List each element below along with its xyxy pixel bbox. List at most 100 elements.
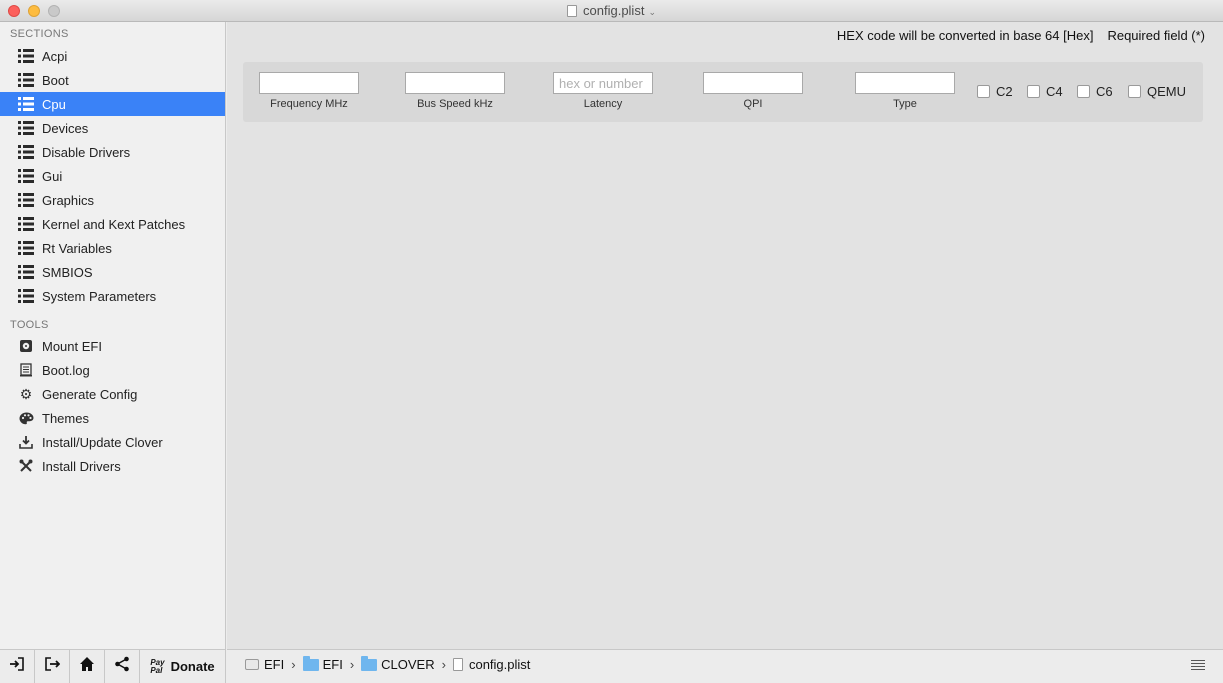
export-button[interactable] — [35, 650, 70, 683]
sidebar-item-graphics[interactable]: Graphics — [0, 188, 225, 212]
checkbox-box — [1077, 85, 1090, 98]
share-icon — [114, 656, 130, 677]
folder-icon — [361, 655, 378, 671]
sidebar-item-smbios[interactable]: SMBIOS — [0, 260, 225, 284]
latency-input[interactable] — [553, 72, 653, 94]
tool-boot-log[interactable]: Boot.log — [0, 358, 225, 382]
latency-field-group: Latency — [553, 72, 653, 110]
donate-label: Donate — [170, 659, 215, 674]
paypal-line-2: Pal — [150, 665, 163, 675]
crumb-folder-clover[interactable]: CLOVER — [361, 655, 435, 672]
list-icon — [18, 144, 34, 160]
frequency-mhz-input[interactable] — [259, 72, 359, 94]
crumb-label: config.plist — [468, 657, 531, 672]
import-button[interactable] — [0, 650, 35, 683]
window-title-text: config.plist — [583, 3, 645, 18]
crumb-label: EFI — [322, 657, 343, 672]
qpi-input[interactable] — [703, 72, 803, 94]
home-button[interactable] — [70, 650, 105, 683]
sidebar-item-label: SMBIOS — [42, 264, 93, 280]
tool-label: Mount EFI — [42, 338, 102, 354]
tool-label: Boot.log — [42, 362, 90, 378]
list-icon — [18, 264, 34, 280]
drive-icon — [245, 659, 259, 670]
crumb-file-config[interactable]: config.plist — [452, 657, 531, 672]
list-menu-icon[interactable] — [1191, 660, 1205, 670]
folder-icon — [302, 655, 319, 671]
sidebar-item-rt-variables[interactable]: Rt Variables — [0, 236, 225, 260]
tool-mount-efi[interactable]: Mount EFI — [0, 334, 225, 358]
sidebar-item-cpu[interactable]: Cpu — [0, 92, 225, 116]
tool-install-update-clover[interactable]: Install/Update Clover — [0, 430, 225, 454]
c6-checkbox[interactable]: C6 — [1077, 84, 1113, 99]
sidebar-item-label: Devices — [42, 120, 89, 136]
share-button[interactable] — [105, 650, 140, 683]
chevron-down-icon: ⌄ — [648, 7, 656, 17]
window-title[interactable]: config.plist ⌄ — [0, 3, 1223, 18]
disk-icon — [18, 338, 34, 354]
list-icon — [18, 216, 34, 232]
c4-checkbox[interactable]: C4 — [1027, 84, 1063, 99]
checkbox-box — [1027, 85, 1040, 98]
qemu-checkbox[interactable]: QEMU — [1128, 84, 1186, 99]
home-icon — [79, 656, 95, 677]
sections-header: SECTIONS — [10, 28, 69, 40]
crumb-label: EFI — [264, 657, 285, 672]
tool-label: Generate Config — [42, 386, 138, 402]
sidebar-item-label: Rt Variables — [42, 240, 112, 256]
path-bar: EFI › EFI › CLOVER › config.plist — [227, 649, 1223, 683]
gears-icon: ⚙ — [19, 386, 33, 402]
sidebar-item-label: Kernel and Kext Patches — [42, 216, 186, 232]
c6-label: C6 — [1096, 84, 1113, 99]
list-icon — [18, 240, 34, 256]
tool-label: Install/Update Clover — [42, 434, 163, 450]
qpi-label: QPI — [743, 98, 763, 110]
tool-themes[interactable]: Themes — [0, 406, 225, 430]
list-icon — [18, 168, 34, 184]
list-icon — [18, 96, 34, 112]
required-note: Required field (*) — [1107, 28, 1205, 43]
list-icon — [18, 192, 34, 208]
document-icon — [567, 5, 578, 17]
palette-icon — [18, 410, 34, 426]
crumb-volume-efi[interactable]: EFI — [245, 657, 284, 672]
sidebar-item-boot[interactable]: Boot — [0, 68, 225, 92]
sidebar-item-label: Gui — [42, 168, 63, 184]
tool-generate-config[interactable]: ⚙ Generate Config — [0, 382, 225, 406]
sidebar-item-label: Cpu — [42, 96, 66, 112]
donate-button[interactable]: Pay Pal Donate — [140, 650, 225, 683]
bus-speed-khz-input[interactable] — [405, 72, 505, 94]
sidebar-item-gui[interactable]: Gui — [0, 164, 225, 188]
download-icon — [18, 434, 34, 450]
list-icon — [18, 48, 34, 64]
type-input[interactable] — [855, 72, 955, 94]
list-icon — [18, 120, 34, 136]
bus-speed-khz-label: Bus Speed kHz — [417, 98, 493, 110]
sidebar-item-label: Graphics — [42, 192, 95, 208]
checkbox-box — [1128, 85, 1141, 98]
list-icon — [18, 72, 34, 88]
hex-note: HEX code will be converted in base 64 [H… — [836, 28, 1094, 43]
sidebar-item-acpi[interactable]: Acpi — [0, 44, 225, 68]
frequency-mhz-label: Frequency MHz — [270, 98, 348, 110]
sidebar-bottom-toolbar: Pay Pal Donate — [0, 649, 226, 683]
sidebar-item-kernel-and-kext-patches[interactable]: Kernel and Kext Patches — [0, 212, 225, 236]
crumb-folder-efi[interactable]: EFI — [302, 655, 343, 672]
tool-install-drivers[interactable]: Install Drivers — [0, 454, 225, 478]
crumb-label: CLOVER — [381, 657, 435, 672]
qpi-field-group: QPI — [703, 72, 803, 110]
title-bar: config.plist ⌄ — [0, 0, 1223, 22]
bus-speed-field-group: Bus Speed kHz — [405, 72, 505, 110]
list-icon — [18, 288, 34, 304]
type-label: Type — [893, 98, 917, 110]
breadcrumb: EFI › EFI › CLOVER › config.plist — [245, 655, 531, 672]
sidebar-item-system-parameters[interactable]: System Parameters — [0, 284, 225, 308]
qemu-label: QEMU — [1147, 84, 1186, 99]
sidebar-item-disable-drivers[interactable]: Disable Drivers — [0, 140, 225, 164]
sidebar-item-label: Boot — [42, 72, 69, 88]
sidebar-item-devices[interactable]: Devices — [0, 116, 225, 140]
sidebar-item-label: Disable Drivers — [42, 144, 131, 160]
chevron-right-icon: › — [349, 657, 355, 672]
sidebar: SECTIONS Acpi Boot Cpu Devices Disable D… — [0, 22, 226, 649]
c2-checkbox[interactable]: C2 — [977, 84, 1013, 99]
